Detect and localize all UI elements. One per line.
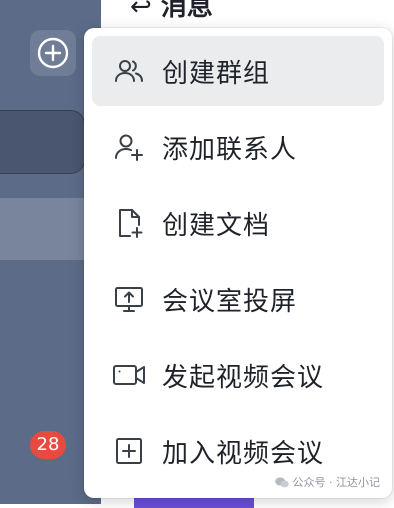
- menu-item-label: 加入视频会议: [162, 438, 325, 469]
- menu-item-start-video-meeting[interactable]: 发起视频会议: [92, 340, 384, 410]
- new-document-icon: [112, 206, 146, 240]
- group-icon: [112, 54, 146, 88]
- menu-item-room-screen-share[interactable]: 会议室投屏: [92, 264, 384, 334]
- screen-share-icon: [112, 282, 146, 316]
- plus-circle-icon: [37, 37, 69, 69]
- video-camera-icon: [112, 358, 146, 392]
- menu-item-label: 创建文档: [162, 210, 271, 241]
- join-meeting-icon: [112, 434, 146, 468]
- menu-item-label: 会议室投屏: [162, 286, 298, 317]
- watermark-text: 公众号 · 江达小记: [292, 476, 381, 489]
- menu-item-label: 发起视频会议: [162, 362, 325, 393]
- watermark: 公众号 · 江达小记: [274, 474, 381, 490]
- menu-item-add-contact[interactable]: 添加联系人: [92, 112, 384, 182]
- quick-actions-menu: 创建群组 添加联系人 创建文档 会议室投屏 发起视频会议 加入视频会议 公众号 …: [84, 28, 392, 498]
- page-title: ↩ 消息: [130, 0, 213, 22]
- sidebar-search-box[interactable]: [0, 110, 85, 174]
- menu-item-label: 添加联系人: [162, 134, 298, 165]
- add-contact-icon: [112, 130, 146, 164]
- unread-badge: 28: [30, 431, 66, 459]
- menu-item-create-document[interactable]: 创建文档: [92, 188, 384, 258]
- wechat-icon: [274, 477, 289, 488]
- menu-item-label: 创建群组: [162, 58, 271, 89]
- menu-item-create-group[interactable]: 创建群组: [92, 36, 384, 106]
- add-button[interactable]: [30, 30, 76, 76]
